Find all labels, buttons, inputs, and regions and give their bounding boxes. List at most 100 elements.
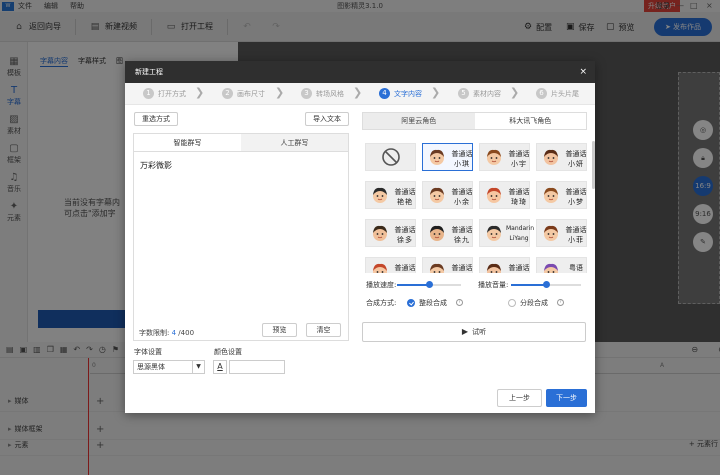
voice-name: 艳艳 xyxy=(397,198,413,206)
voice-lang: 普通话 xyxy=(451,188,473,196)
step-open-method: 1 打开方式 xyxy=(143,88,186,99)
step-transition: 3 转场风格 xyxy=(301,88,344,99)
voice-card[interactable]: 普通话 艳艳 xyxy=(365,181,416,209)
voice-lang: 普通话 xyxy=(565,226,587,234)
char-count: 字数限制: 4 /400 xyxy=(139,329,195,337)
tab-smart-write[interactable]: 智能群写 xyxy=(134,134,241,151)
avatar-man-icon xyxy=(373,225,387,241)
voice-card[interactable]: 普通话 小菲 xyxy=(536,219,587,247)
speed-slider[interactable] xyxy=(397,281,461,288)
tab-aliyun-voices[interactable]: 阿里云角色 xyxy=(363,113,475,129)
voice-card[interactable]: 普通话 小妍 xyxy=(536,143,587,171)
voice-name: 小余 xyxy=(454,198,470,206)
voice-card[interactable]: 普通话小简 xyxy=(422,257,473,273)
chevron-right-icon: ❯ xyxy=(431,86,441,99)
avatar-boy-icon xyxy=(487,149,501,165)
voice-name: 小梦 xyxy=(568,198,584,206)
chevron-right-icon: ❯ xyxy=(510,86,520,99)
voice-name: LiYang xyxy=(509,235,529,242)
avatar-girl-icon xyxy=(430,149,444,165)
listen-button[interactable]: ▶ 试听 xyxy=(362,322,586,342)
avatar-girl-red-icon xyxy=(487,187,501,203)
speed-label: 播放速度: xyxy=(366,281,397,289)
radio-whole-synthesis[interactable] xyxy=(407,299,415,307)
close-icon[interactable]: × xyxy=(579,61,587,83)
new-project-dialog: 新建工程 × 1 打开方式 ❯ 2 画布尺寸 ❯ 3 转场风格 ❯ 4 文字内容 ❯ 5… xyxy=(125,61,595,413)
voice-card[interactable]: 普通话 小余 xyxy=(422,181,473,209)
font-select[interactable]: 思源黑体 ▼ xyxy=(133,360,205,374)
voice-card[interactable]: 粤语小娟 xyxy=(536,257,587,273)
avatar-woman-glasses-icon xyxy=(544,225,558,241)
voice-card[interactable]: 普通话 小琪 xyxy=(422,143,473,171)
step-material: 5 素材内容 xyxy=(458,88,501,99)
voice-name: 小菲 xyxy=(568,236,584,244)
voice-lang: 普通话 xyxy=(508,188,530,196)
voice-lang: 普通话 xyxy=(451,264,473,272)
avatar-boy-icon xyxy=(544,187,558,203)
tab-manual-write[interactable]: 人工群写 xyxy=(241,134,348,151)
voice-card[interactable]: 普通话 琦琦 xyxy=(479,181,530,209)
voice-name: 琦琦 xyxy=(511,198,527,206)
dialog-title: 新建工程 xyxy=(125,61,595,83)
split-synthesis-label: 分段合成 xyxy=(520,299,548,307)
voice-card[interactable]: 普通话子琪 xyxy=(365,257,416,273)
text-color-icon: A xyxy=(213,360,227,374)
text-editor: 智能群写 人工群写 万彩微影 字数限制: 4 /400 预览 清空 xyxy=(133,133,349,341)
voice-name: 小宇 xyxy=(511,160,527,168)
voice-lang: 普通话 xyxy=(451,226,473,234)
voice-name: 徐多 xyxy=(397,236,413,244)
color-picker[interactable]: A xyxy=(213,360,285,374)
voice-lang: 普通话 xyxy=(394,188,416,196)
help-icon[interactable]: ? xyxy=(456,299,463,306)
voice-name: 小琪 xyxy=(454,160,470,168)
voice-lang: 普通话 xyxy=(508,150,530,158)
voice-lang: 普通话 xyxy=(565,188,587,196)
reselect-button[interactable]: 重选方式 xyxy=(134,112,178,126)
play-icon: ▶ xyxy=(461,327,469,336)
voice-card[interactable]: 普通话 小梦 xyxy=(536,181,587,209)
avatar-girl-icon xyxy=(430,263,444,273)
voice-card[interactable]: Mandarin LiYang xyxy=(479,219,535,247)
volume-slider-fill xyxy=(511,284,546,286)
previous-step-button[interactable]: 上一步 xyxy=(497,389,542,407)
tab-iflytek-voices[interactable]: 科大讯飞角色 xyxy=(474,113,586,129)
import-text-button[interactable]: 导入文本 xyxy=(305,112,349,126)
clear-button[interactable]: 清空 xyxy=(306,323,341,337)
volume-label: 播放音量: xyxy=(478,281,509,289)
avatar-woman-icon xyxy=(544,149,558,165)
radio-split-synthesis[interactable] xyxy=(508,299,516,307)
step-intro-outro: 6 片头片尾 xyxy=(536,88,579,99)
voice-card[interactable] xyxy=(365,143,416,171)
step-bar: 1 打开方式 ❯ 2 画布尺寸 ❯ 3 转场风格 ❯ 4 文字内容 ❯ 5 素材内容 ❯ … xyxy=(125,83,595,105)
voice-card[interactable]: 普通话 小宇 xyxy=(479,143,530,171)
whole-synthesis-label: 整段合成 xyxy=(419,299,447,307)
volume-slider-knob[interactable] xyxy=(543,281,550,288)
voice-card[interactable]: 普通话梦涵 xyxy=(479,257,530,273)
help-icon[interactable]: ? xyxy=(557,299,564,306)
volume-slider[interactable] xyxy=(511,281,581,288)
speed-slider-fill xyxy=(397,284,429,286)
chevron-right-icon: ❯ xyxy=(353,86,363,99)
avatar-girl-icon xyxy=(430,187,444,203)
voice-name: 小妍 xyxy=(568,160,584,168)
voice-grid: 普通话 小琪 普通话 小宇 普通话 小妍 普通话 艳艳 普通话 小余 普通话 琦琦 普通话 小梦 普通话 徐多… xyxy=(365,143,587,273)
voice-lang: 普通话 xyxy=(394,226,416,234)
next-step-button[interactable]: 下一步 xyxy=(546,389,587,407)
preview-text-button[interactable]: 预览 xyxy=(262,323,297,337)
voice-scrollbar[interactable] xyxy=(592,141,595,189)
chevron-right-icon: ❯ xyxy=(195,86,205,99)
voice-lang: 粤语 xyxy=(569,264,583,272)
step-text-content: 4 文字内容 xyxy=(379,88,422,99)
voice-name: 徐九 xyxy=(454,236,470,244)
voice-lang: 普通话 xyxy=(451,150,473,158)
voice-lang: Mandarin xyxy=(506,225,535,232)
color-swatch[interactable] xyxy=(229,360,285,374)
avatar-man-glasses-icon xyxy=(487,225,501,241)
voice-lang: 普通话 xyxy=(508,264,530,272)
avatar-girl-red-icon xyxy=(373,263,387,273)
voice-card[interactable]: 普通话 徐多 xyxy=(365,219,416,247)
editor-textarea[interactable]: 万彩微影 xyxy=(140,160,172,171)
voice-card[interactable]: 普通话 徐九 xyxy=(422,219,473,247)
font-settings-label: 字体设置 xyxy=(134,348,162,356)
speed-slider-knob[interactable] xyxy=(426,281,433,288)
